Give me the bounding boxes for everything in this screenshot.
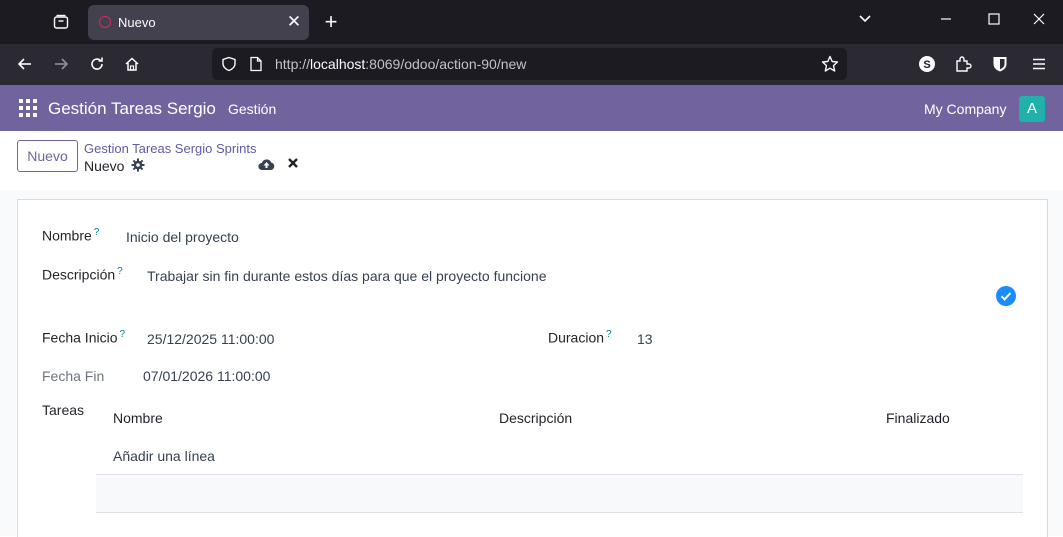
account-s-icon[interactable]: S	[915, 52, 939, 76]
fecha-inicio-label: Fecha Inicio?	[42, 329, 125, 346]
duracion-help-icon[interactable]: ?	[606, 329, 612, 340]
bitwarden-shield-icon[interactable]	[988, 52, 1012, 76]
cloud-upload-save-icon[interactable]	[258, 157, 275, 172]
fecha-inicio-field[interactable]: 25/12/2025 11:00:00	[147, 331, 274, 347]
discard-close-icon[interactable]	[285, 157, 300, 172]
window-close-icon[interactable]	[1028, 12, 1050, 32]
browser-navbar: http://localhost:8069/odoo/action-90/new…	[0, 44, 1063, 85]
descripcion-help-icon[interactable]: ?	[117, 266, 123, 277]
fecha-inicio-label-text: Fecha Inicio	[42, 329, 118, 346]
back-icon[interactable]	[13, 52, 37, 76]
browser-titlebar: Nuevo ✕ +	[0, 0, 1063, 44]
svg-text:S: S	[923, 59, 930, 71]
duracion-label-text: Duracion	[548, 329, 605, 346]
table-row	[96, 475, 1023, 512]
bookmark-star-icon[interactable]	[821, 55, 839, 78]
tab-close-icon[interactable]: ✕	[285, 12, 303, 32]
new-record-button[interactable]: Nuevo	[17, 140, 78, 172]
hamburger-menu-icon[interactable]	[1027, 52, 1051, 76]
home-icon[interactable]	[120, 52, 144, 76]
app-name[interactable]: Gestión Tareas Sergio	[48, 99, 216, 119]
breadcrumb-parent[interactable]: Gestion Tareas Sergio Sprints	[84, 141, 256, 156]
user-avatar[interactable]: A	[1019, 96, 1045, 122]
descripcion-field[interactable]: Trabajar sin fin durante estos días para…	[147, 268, 547, 284]
nombre-label-text: Nombre	[42, 227, 92, 244]
descripcion-label: Descripción?	[42, 266, 123, 283]
form-sheet: Nombre? Inicio del proyecto Descripción?…	[17, 199, 1048, 537]
column-finalizado[interactable]: Finalizado	[886, 410, 950, 426]
fecha-fin-field: 07/01/2026 11:00:00	[143, 368, 271, 384]
reload-icon[interactable]	[85, 52, 109, 76]
maximize-icon[interactable]	[983, 12, 1005, 32]
nombre-field[interactable]: Inicio del proyecto	[126, 229, 239, 245]
shield-icon[interactable]	[221, 56, 237, 77]
odoo-navbar: Gestión Tareas Sergio Gestión My Company	[0, 85, 1063, 131]
company-switcher[interactable]: My Company	[924, 101, 1006, 117]
column-nombre[interactable]: Nombre	[113, 410, 163, 426]
fecha-inicio-help-icon[interactable]: ?	[119, 329, 125, 340]
odoo-favicon-icon	[99, 16, 111, 28]
tab-title: Nuevo	[118, 15, 156, 30]
menu-gestion[interactable]: Gestión	[228, 101, 276, 117]
duracion-field[interactable]: 13	[637, 331, 653, 347]
add-line-link[interactable]: Añadir una línea	[113, 448, 215, 464]
grammar-check-icon[interactable]	[996, 286, 1016, 306]
page-info-icon[interactable]	[249, 56, 263, 77]
tareas-label: Tareas	[42, 402, 85, 418]
breadcrumb-current: Nuevo	[84, 158, 125, 174]
new-tab-icon[interactable]: +	[320, 10, 342, 34]
url-host: localhost	[310, 56, 366, 72]
duracion-label: Duracion?	[548, 329, 612, 346]
column-descripcion[interactable]: Descripción	[499, 410, 572, 426]
nombre-label: Nombre?	[42, 227, 99, 244]
gear-icon[interactable]	[131, 158, 145, 172]
url-text: http://localhost:8069/odoo/action-90/new	[275, 56, 526, 72]
apps-menu-icon[interactable]	[19, 99, 37, 117]
url-prefix: http://	[275, 56, 311, 72]
tab-list-chevron-icon[interactable]	[854, 12, 876, 32]
minimize-icon[interactable]	[935, 12, 957, 32]
nombre-help-icon[interactable]: ?	[94, 227, 100, 238]
descripcion-label-text: Descripción	[42, 266, 116, 283]
url-bar[interactable]: http://localhost:8069/odoo/action-90/new	[212, 48, 847, 80]
table-divider	[96, 512, 1023, 513]
forward-icon[interactable]	[49, 52, 73, 76]
tab-overview-icon[interactable]	[48, 10, 74, 34]
control-panel: Nuevo Gestion Tareas Sergio Sprints Nuev…	[0, 131, 1063, 191]
url-path: :8069/odoo/action-90/new	[365, 56, 527, 72]
fecha-fin-label: Fecha Fin	[42, 368, 105, 384]
browser-tab[interactable]: Nuevo ✕	[88, 5, 309, 40]
extensions-icon[interactable]	[951, 52, 975, 76]
